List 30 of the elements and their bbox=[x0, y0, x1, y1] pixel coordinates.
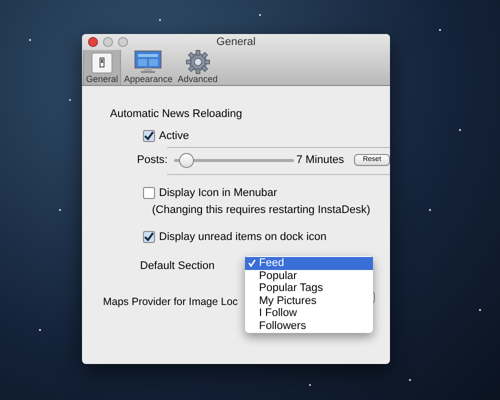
checkbox[interactable] bbox=[143, 186, 155, 199]
maps-provider-label: Maps Provider for Image Loc bbox=[103, 294, 238, 310]
gear-icon bbox=[184, 50, 211, 74]
toolbar-tab[interactable]: Advanced bbox=[176, 50, 220, 85]
slider-thumb[interactable] bbox=[178, 152, 194, 168]
minimize-button[interactable] bbox=[103, 37, 113, 47]
default-section-label: Default Section bbox=[140, 259, 215, 274]
checkbox[interactable] bbox=[143, 230, 155, 243]
window-title: General bbox=[216, 34, 256, 50]
checkmark-icon bbox=[248, 259, 256, 268]
menu-item[interactable]: Feed bbox=[245, 257, 373, 270]
menu-item[interactable]: My Pictures bbox=[245, 294, 373, 307]
checkbox-label: Active bbox=[159, 128, 189, 144]
checkbox-note: (Changing this requires restarting InstaDesk) bbox=[152, 203, 370, 218]
section-heading: Automatic News Reloading bbox=[110, 107, 242, 122]
menu-item[interactable]: Followers bbox=[245, 320, 373, 332]
zoom-button[interactable] bbox=[118, 37, 128, 47]
toolbar-tab[interactable]: General bbox=[83, 50, 122, 85]
checkbox-label: Display Icon in Menubar bbox=[159, 186, 278, 200]
slider-reading: 7 Minutes bbox=[296, 153, 344, 168]
checkbox[interactable] bbox=[143, 130, 155, 142]
checkbox-label: Display unread items on dock icon bbox=[159, 230, 327, 244]
posts-label: Posts: bbox=[137, 153, 168, 168]
monitor-icon bbox=[134, 50, 162, 74]
menu-item[interactable]: I Follow bbox=[245, 307, 373, 320]
switch-icon bbox=[91, 52, 114, 74]
close-button[interactable] bbox=[88, 37, 98, 47]
menu-item[interactable]: Popular bbox=[245, 270, 373, 282]
toolbar-tab[interactable]: Appearance bbox=[122, 50, 175, 85]
menu-item[interactable]: Popular Tags bbox=[245, 282, 373, 294]
